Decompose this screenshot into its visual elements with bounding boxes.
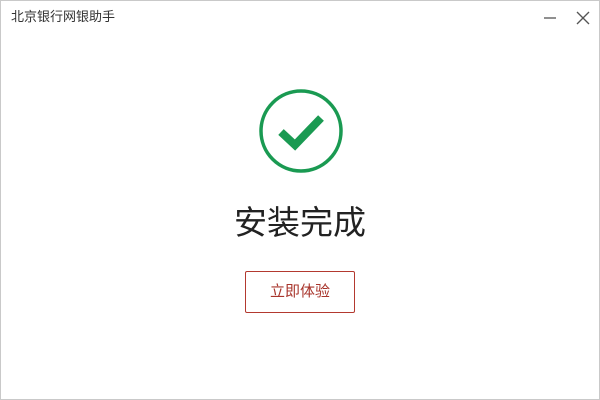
- installer-window: 北京银行网银助手 安装完成 立即体验: [0, 0, 600, 400]
- status-title: 安装完成: [234, 203, 366, 242]
- try-now-button[interactable]: 立即体验: [245, 271, 355, 313]
- minimize-button[interactable]: [537, 6, 563, 30]
- title-bar: 北京银行网银助手: [1, 1, 599, 35]
- close-button[interactable]: [570, 6, 596, 30]
- window-title: 北京银行网银助手: [11, 10, 116, 25]
- close-icon: [576, 11, 590, 25]
- success-check-icon: [257, 87, 345, 175]
- minimize-icon: [544, 17, 556, 19]
